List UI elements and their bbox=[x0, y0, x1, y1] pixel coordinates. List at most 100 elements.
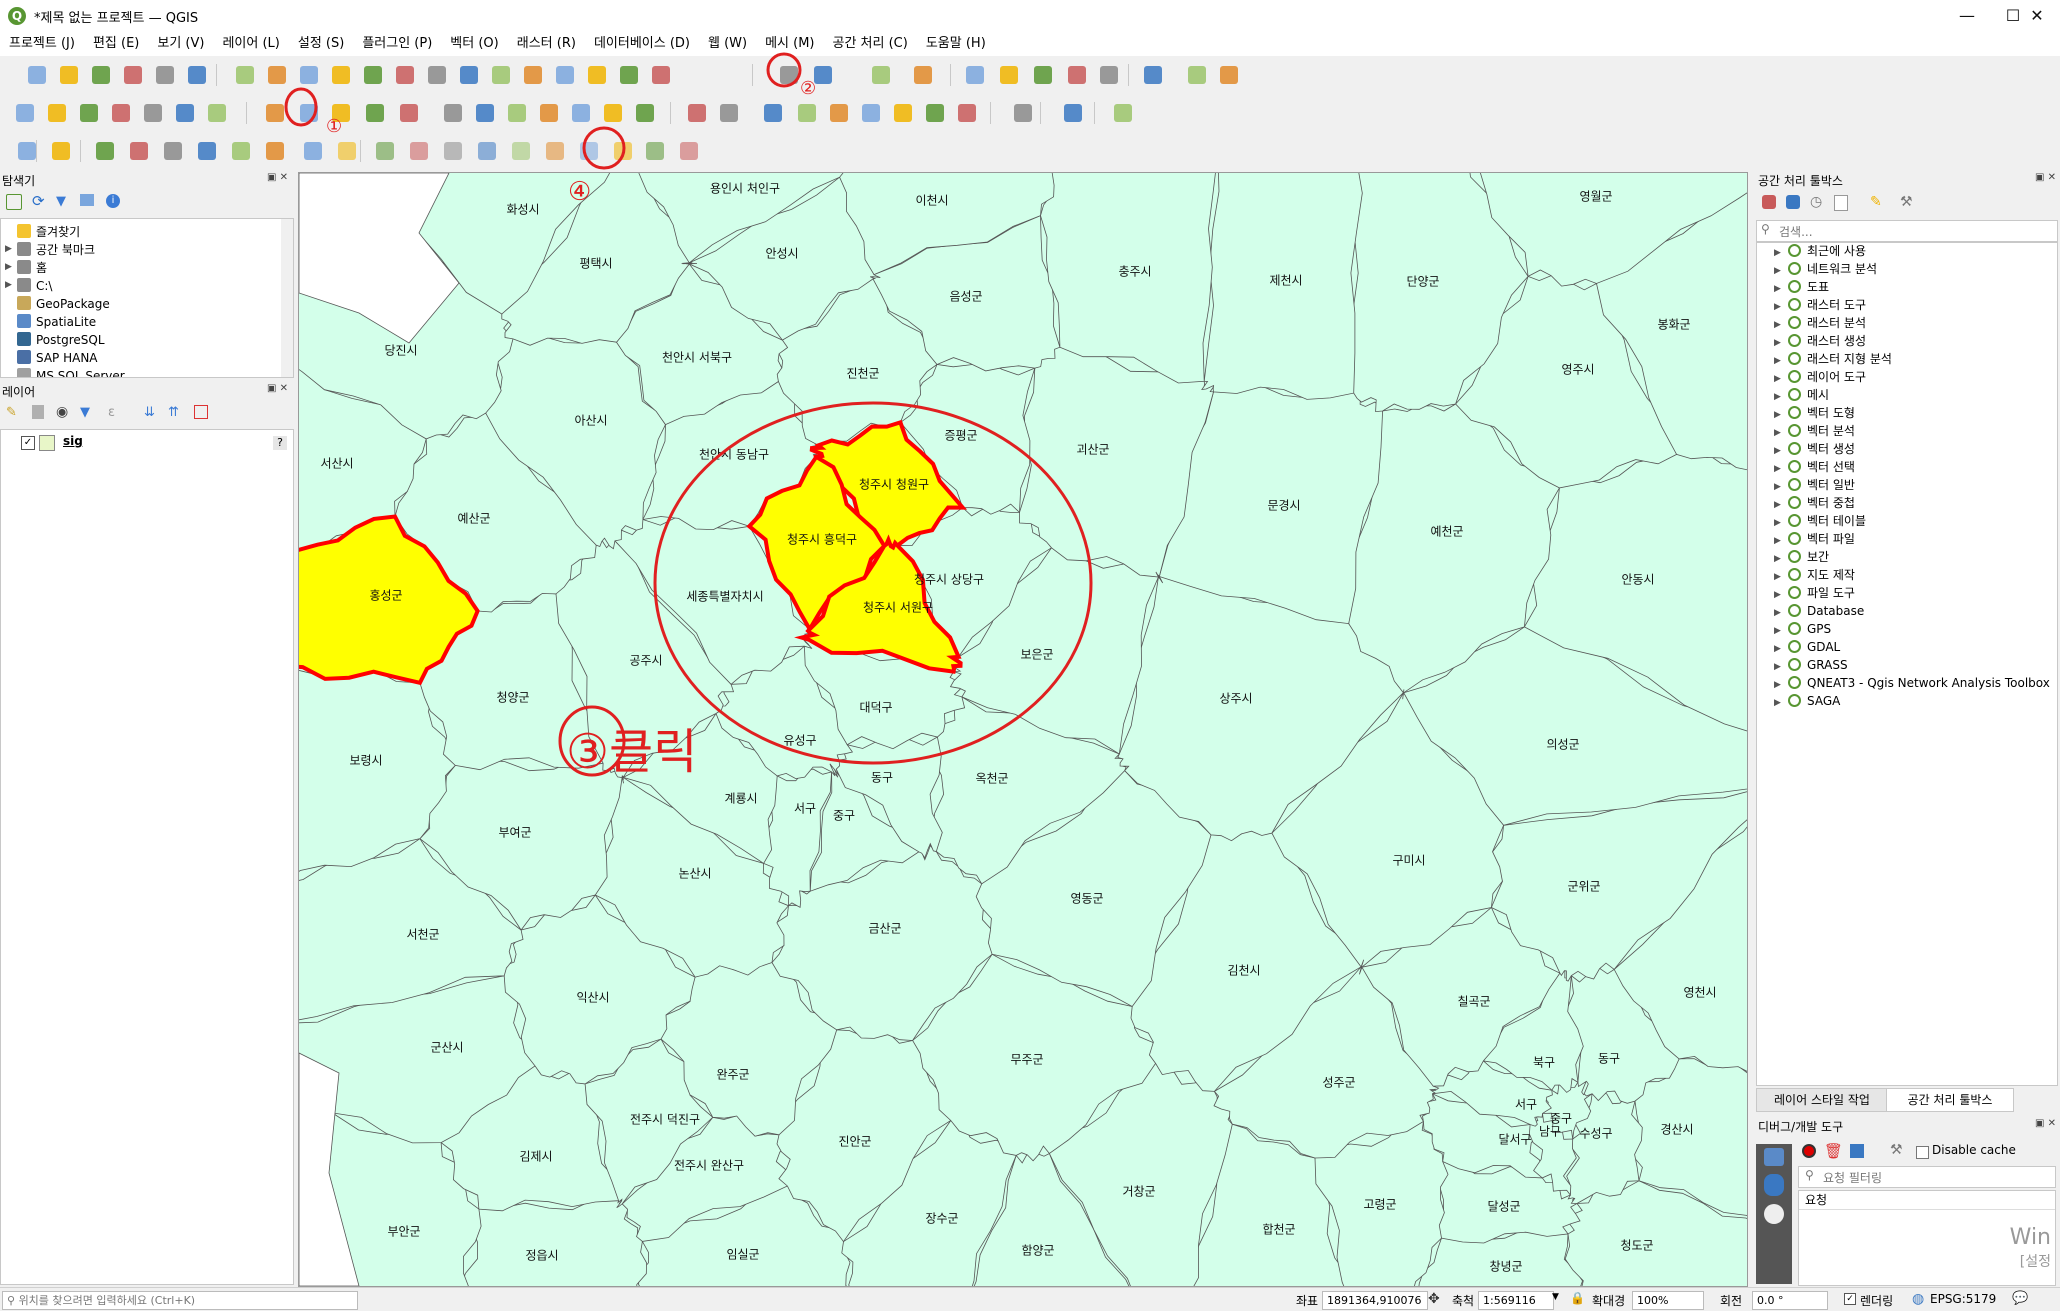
toolbox-item-label: 래스터 도구 bbox=[1807, 298, 1867, 312]
toolbox-item[interactable]: ▶ 벡터 도형 bbox=[1774, 404, 1855, 422]
toolbox-item[interactable]: ▶ QNEAT3 - Qgis Network Analysis Toolbox bbox=[1774, 674, 2050, 692]
provider-icon bbox=[1788, 370, 1801, 383]
toolbox-search-input[interactable]: ⚲ 검색... bbox=[1756, 220, 2058, 242]
toolbox-item[interactable]: ▶ 벡터 테이블 bbox=[1774, 512, 1866, 530]
tab-processing-toolbox[interactable]: 공간 처리 툴박스 bbox=[1886, 1088, 2014, 1112]
profiler-icon[interactable] bbox=[1764, 1204, 1784, 1224]
toolbox-item[interactable]: ▶ 파일 도구 bbox=[1774, 584, 1855, 602]
expand-arrow-icon[interactable]: ▶ bbox=[1774, 694, 1784, 712]
annotation-1: ① bbox=[326, 116, 343, 137]
dock-buttons-icon[interactable]: ▣ ✕ bbox=[2035, 1118, 2056, 1129]
python-scripts-icon[interactable] bbox=[1786, 195, 1800, 209]
record-icon[interactable] bbox=[1802, 1144, 1816, 1158]
toolbox-item[interactable]: ▶ 보간 bbox=[1774, 548, 1829, 566]
toolbox-item[interactable]: ▶ GDAL bbox=[1774, 638, 1840, 656]
toolbox-item[interactable]: ▶ 벡터 일반 bbox=[1774, 476, 1855, 494]
toolbox-item-label: GPS bbox=[1807, 622, 1832, 636]
toolbox-item[interactable]: ▶ 레이어 도구 bbox=[1774, 368, 1866, 386]
toolbox-item[interactable]: ▶ 벡터 파일 bbox=[1774, 530, 1855, 548]
toolbox-item-label: 벡터 중첩 bbox=[1807, 496, 1855, 510]
coordinate-label: 좌표 bbox=[1296, 1294, 1319, 1308]
toolbox-item[interactable]: ▶ 래스터 생성 bbox=[1774, 332, 1866, 350]
coordinate-field[interactable]: 1891364,910076 bbox=[1322, 1291, 1428, 1310]
toolbox-item-label: 지도 제작 bbox=[1807, 568, 1855, 582]
toolbox-item-label: 도표 bbox=[1807, 280, 1830, 294]
provider-icon bbox=[1788, 640, 1801, 653]
toolbox-item[interactable]: ▶ GPS bbox=[1774, 620, 1831, 638]
toolbox-item[interactable]: ▶ 래스터 지형 분석 bbox=[1774, 350, 1892, 368]
toolbox-item[interactable]: ▶ 메시 bbox=[1774, 386, 1829, 404]
toolbox-item-label: QNEAT3 - Qgis Network Analysis Toolbox bbox=[1807, 676, 2050, 690]
provider-icon bbox=[1788, 514, 1801, 527]
toolbox-item-label: Database bbox=[1807, 604, 1865, 618]
network-icon[interactable] bbox=[1764, 1148, 1784, 1166]
toolbox-item-label: 벡터 테이블 bbox=[1807, 514, 1867, 528]
provider-icon bbox=[1788, 658, 1801, 671]
wrench-icon[interactable]: ⚒ bbox=[1890, 1142, 1903, 1158]
history-icon[interactable]: ◷ bbox=[1810, 194, 1822, 210]
dock-buttons-icon[interactable]: ▣ ✕ bbox=[2035, 172, 2056, 183]
toolbox-item-label: 레이어 도구 bbox=[1807, 370, 1867, 384]
edit-features-in-place-icon[interactable]: ✎ bbox=[1870, 194, 1882, 210]
messages-icon[interactable]: 💬 bbox=[2012, 1291, 2028, 1306]
tab-layer-styling[interactable]: 레이어 스타일 작업 bbox=[1756, 1088, 1888, 1112]
toolbox-item[interactable]: ▶ SAGA bbox=[1774, 692, 1840, 710]
search-placeholder: 검색... bbox=[1779, 225, 1813, 239]
search-icon: ⚲ bbox=[7, 1294, 19, 1307]
annotation-circle bbox=[653, 401, 1093, 765]
results-viewer-icon[interactable] bbox=[1834, 195, 1848, 211]
provider-icon bbox=[1788, 262, 1801, 275]
provider-icon bbox=[1788, 406, 1801, 419]
database-icon[interactable] bbox=[1764, 1174, 1784, 1196]
scale-field[interactable]: 1:569116 bbox=[1478, 1291, 1554, 1310]
toolbox-item[interactable]: ▶ 래스터 도구 bbox=[1774, 296, 1866, 314]
annotation-circle bbox=[766, 52, 802, 88]
render-checkbox[interactable]: ✓ bbox=[1844, 1293, 1856, 1305]
toolbox-item[interactable]: ▶ 벡터 분석 bbox=[1774, 422, 1855, 440]
toolbox-item-label: GDAL bbox=[1807, 640, 1841, 654]
toolbox-item-label: 벡터 파일 bbox=[1807, 532, 1855, 546]
toolbox-item-label: GRASS bbox=[1807, 658, 1848, 672]
magnifier-field[interactable]: 100% bbox=[1632, 1291, 1704, 1310]
toolbox-item[interactable]: ▶ 벡터 중첩 bbox=[1774, 494, 1855, 512]
lock-icon[interactable]: 🔒 bbox=[1570, 1291, 1585, 1305]
toggle-extents-icon[interactable]: ✥ bbox=[1428, 1291, 1440, 1307]
toolbox-item[interactable]: ▶ 벡터 선택 bbox=[1774, 458, 1855, 476]
toolbox-item[interactable]: ▶ 네트워크 분석 bbox=[1774, 260, 1877, 278]
windows-watermark: Win bbox=[2009, 1225, 2051, 1250]
toolbox-item-label: 벡터 분석 bbox=[1807, 424, 1855, 438]
toolbox-item[interactable]: ▶ 도표 bbox=[1774, 278, 1829, 296]
disable-cache-checkbox[interactable] bbox=[1916, 1146, 1929, 1159]
rotation-field[interactable]: 0.0 ° bbox=[1752, 1291, 1828, 1310]
request-column-header: 요청 bbox=[1799, 1191, 2055, 1210]
toolbox-item-label: 보간 bbox=[1807, 550, 1830, 564]
models-icon[interactable] bbox=[1762, 195, 1776, 209]
disable-cache-label: Disable cache bbox=[1932, 1143, 2016, 1157]
debug-panel: 디버그/개발 도구 ▣ ✕ 🗑 ⚒ Disable cache ⚲ 요청 필터링… bbox=[1752, 1116, 2060, 1286]
provider-icon bbox=[1788, 550, 1801, 563]
provider-icon bbox=[1788, 568, 1801, 581]
scale-dropdown-icon[interactable]: ▼ bbox=[1552, 1292, 1559, 1302]
provider-icon bbox=[1788, 316, 1801, 329]
provider-icon bbox=[1788, 586, 1801, 599]
magnifier-label: 확대경 bbox=[1592, 1294, 1626, 1308]
options-icon[interactable]: ⚒ bbox=[1900, 194, 1913, 210]
toolbox-item-label: 래스터 분석 bbox=[1807, 316, 1867, 330]
crs-button[interactable]: EPSG:5179 bbox=[1930, 1292, 1996, 1306]
toolbox-item[interactable]: ▶ 벡터 생성 bbox=[1774, 440, 1855, 458]
save-icon[interactable] bbox=[1850, 1144, 1864, 1158]
status-bar: ⚲ 위치를 찾으려면 입력하세요 (Ctrl+K) 좌표 1891364,910… bbox=[0, 1287, 2060, 1311]
clear-icon[interactable]: 🗑 bbox=[1824, 1142, 1843, 1160]
toolbox-item[interactable]: ▶ 래스터 분석 bbox=[1774, 314, 1866, 332]
toolbox-item[interactable]: ▶ Database bbox=[1774, 602, 1864, 620]
toolbox-item-label: 벡터 일반 bbox=[1807, 478, 1855, 492]
toolbox-item-label: SAGA bbox=[1807, 694, 1841, 708]
processing-toolbox-title: 공간 처리 툴박스 bbox=[1758, 174, 1843, 188]
globe-icon: ◍ bbox=[1912, 1291, 1925, 1307]
toolbox-item[interactable]: ▶ 지도 제작 bbox=[1774, 566, 1855, 584]
locator-bar[interactable]: ⚲ 위치를 찾으려면 입력하세요 (Ctrl+K) bbox=[2, 1291, 358, 1310]
request-filter-input[interactable]: ⚲ 요청 필터링 bbox=[1798, 1166, 2056, 1188]
toolbox-item[interactable]: ▶ GRASS bbox=[1774, 656, 1848, 674]
debug-panel-title: 디버그/개발 도구 bbox=[1758, 1120, 1844, 1134]
toolbox-item[interactable]: ▶ 최근에 사용 bbox=[1774, 242, 1866, 260]
